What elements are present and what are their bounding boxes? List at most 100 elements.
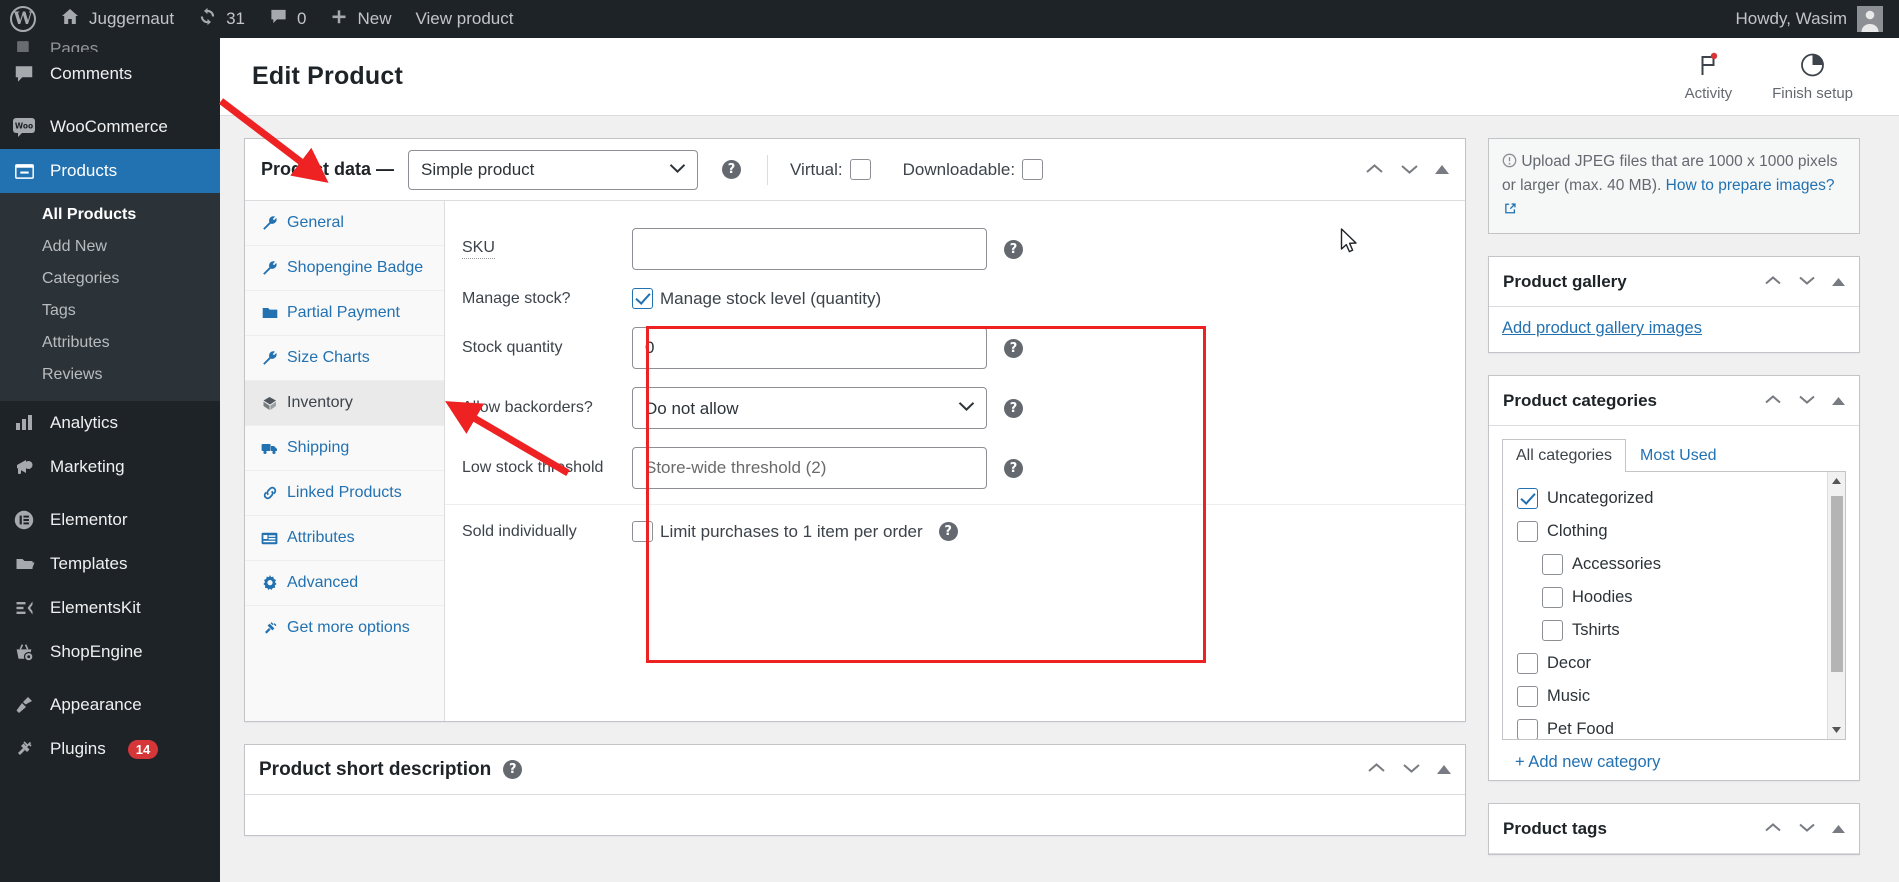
backorders-help-icon[interactable]: ? (1004, 398, 1023, 418)
add-new-category-link[interactable]: + Add new category (1502, 740, 1846, 774)
scroll-up-icon[interactable] (1832, 475, 1841, 487)
move-down-icon[interactable] (1798, 273, 1816, 291)
sidebar-item-appearance[interactable]: Appearance (0, 683, 220, 727)
category-checkbox[interactable] (1517, 686, 1538, 708)
sidebar-item-shopengine[interactable]: ShopEngine (0, 630, 220, 674)
scroll-down-icon[interactable] (1832, 724, 1841, 736)
category-item-hoodies[interactable]: Hoodies (1517, 581, 1845, 614)
adminbar-wp-logo[interactable]: W (0, 0, 48, 38)
category-item-music[interactable]: Music (1517, 680, 1845, 713)
activity-button[interactable]: Activity (1685, 52, 1732, 102)
move-down-icon[interactable] (1402, 761, 1421, 779)
product-type-help-icon[interactable]: ? (722, 160, 742, 179)
move-down-icon[interactable] (1798, 392, 1816, 410)
tab-general[interactable]: General (245, 201, 444, 246)
scrollbar-thumb[interactable] (1831, 496, 1843, 673)
adminbar-updates[interactable]: 31 (186, 0, 257, 38)
submenu-item-add-new[interactable]: Add New (0, 231, 220, 263)
category-checkbox[interactable] (1517, 521, 1538, 543)
add-product-gallery-images-link[interactable]: Add product gallery images (1502, 319, 1702, 337)
category-item-uncategorized[interactable]: Uncategorized (1517, 482, 1845, 515)
product-type-select[interactable]: Simple product (408, 149, 699, 190)
manage-stock-checkbox-row[interactable]: Manage stock level (quantity) (632, 288, 881, 309)
move-up-icon[interactable] (1365, 161, 1384, 178)
tab-partial-payment[interactable]: Partial Payment (245, 291, 444, 336)
submenu-item-tags[interactable]: Tags (0, 295, 220, 327)
tab-shipping[interactable]: Shipping (245, 426, 444, 471)
sidebar-item-marketing[interactable]: Marketing (0, 445, 220, 489)
move-up-icon[interactable] (1764, 392, 1782, 410)
tab-all-categories[interactable]: All categories (1502, 439, 1627, 473)
stock-quantity-help-icon[interactable]: ? (1004, 338, 1023, 358)
sidebar-item-comments[interactable]: Comments (0, 52, 220, 96)
category-checklist[interactable]: Uncategorized Clothing Accessories Hoodi… (1502, 472, 1846, 741)
tab-advanced[interactable]: Advanced (245, 561, 444, 606)
sidebar-item-elementor[interactable]: Elementor (0, 498, 220, 542)
virtual-checkbox-row[interactable]: Virtual: (790, 159, 871, 180)
submenu-item-all-products[interactable]: All Products (0, 199, 220, 231)
tab-attributes[interactable]: Attributes (245, 516, 444, 561)
sidebar-item-plugins[interactable]: Plugins 14 (0, 727, 220, 771)
tab-inventory[interactable]: Inventory (245, 381, 444, 426)
tab-size-charts[interactable]: Size Charts (245, 336, 444, 381)
tab-linked-products[interactable]: Linked Products (245, 471, 444, 516)
category-checkbox[interactable] (1542, 587, 1563, 609)
category-item-pet-food[interactable]: Pet Food (1517, 713, 1845, 740)
sold-individually-checkbox[interactable] (632, 521, 653, 542)
category-checkbox[interactable] (1517, 653, 1538, 675)
category-checkbox[interactable] (1517, 488, 1538, 510)
sidebar-item-analytics[interactable]: Analytics (0, 401, 220, 445)
move-up-icon[interactable] (1367, 761, 1386, 779)
category-item-accessories[interactable]: Accessories (1517, 548, 1845, 581)
category-item-clothing[interactable]: Clothing (1517, 515, 1845, 548)
sku-input[interactable] (632, 228, 987, 270)
move-up-icon[interactable] (1764, 273, 1782, 291)
category-checkbox[interactable] (1542, 620, 1563, 642)
toggle-panel-icon[interactable] (1832, 392, 1845, 410)
sold-individually-checkbox-row[interactable]: Limit purchases to 1 item per order (632, 521, 923, 542)
virtual-label: Virtual: (790, 159, 843, 179)
move-down-icon[interactable] (1798, 820, 1816, 838)
submenu-item-reviews[interactable]: Reviews (0, 359, 220, 391)
category-item-tshirts[interactable]: Tshirts (1517, 614, 1845, 647)
sidebar-item-pages[interactable]: Pages (0, 38, 220, 52)
truck-icon (261, 440, 278, 457)
category-checkbox[interactable] (1517, 719, 1538, 740)
adminbar-new-content[interactable]: New (318, 0, 403, 38)
short-description-help-icon[interactable]: ? (503, 760, 523, 779)
toggle-panel-icon[interactable] (1832, 273, 1845, 291)
toggle-panel-icon[interactable] (1832, 820, 1845, 838)
category-item-decor[interactable]: Decor (1517, 647, 1845, 680)
tab-shopengine-badge[interactable]: Shopengine Badge (245, 246, 444, 291)
adminbar-account[interactable]: Howdy, Wasim (1736, 6, 1899, 32)
virtual-checkbox[interactable] (849, 159, 871, 180)
how-to-prepare-images-link[interactable]: How to prepare images? (1666, 177, 1835, 194)
backorders-select[interactable]: Do not allow (632, 387, 987, 429)
finish-setup-button[interactable]: Finish setup (1772, 52, 1853, 102)
category-checkbox[interactable] (1542, 554, 1563, 576)
tab-most-used[interactable]: Most Used (1626, 439, 1730, 472)
submenu-item-categories[interactable]: Categories (0, 263, 220, 295)
adminbar-comments[interactable]: 0 (257, 0, 318, 38)
low-stock-threshold-input[interactable] (632, 447, 987, 489)
submenu-item-attributes[interactable]: Attributes (0, 327, 220, 359)
adminbar-site-name[interactable]: Juggernaut (48, 0, 186, 38)
sidebar-item-elementskit[interactable]: ElementsKit (0, 586, 220, 630)
downloadable-checkbox[interactable] (1022, 159, 1044, 180)
sidebar-item-templates[interactable]: Templates (0, 542, 220, 586)
move-down-icon[interactable] (1400, 161, 1419, 178)
category-scrollbar[interactable] (1827, 472, 1845, 740)
sold-individually-help-icon[interactable]: ? (938, 522, 958, 541)
move-up-icon[interactable] (1764, 820, 1782, 838)
tab-get-more-options[interactable]: Get more options (245, 606, 444, 650)
toggle-panel-icon[interactable] (1435, 164, 1449, 176)
adminbar-view-product[interactable]: View product (403, 0, 525, 38)
sidebar-item-woocommerce[interactable]: Woo WooCommerce (0, 105, 220, 149)
downloadable-checkbox-row[interactable]: Downloadable: (903, 159, 1044, 180)
sku-help-icon[interactable]: ? (1004, 239, 1023, 259)
manage-stock-checkbox[interactable] (632, 288, 653, 309)
sidebar-item-products[interactable]: Products (0, 149, 220, 193)
low-stock-threshold-help-icon[interactable]: ? (1004, 458, 1023, 478)
toggle-panel-icon[interactable] (1437, 761, 1451, 779)
stock-quantity-input[interactable] (632, 327, 987, 369)
